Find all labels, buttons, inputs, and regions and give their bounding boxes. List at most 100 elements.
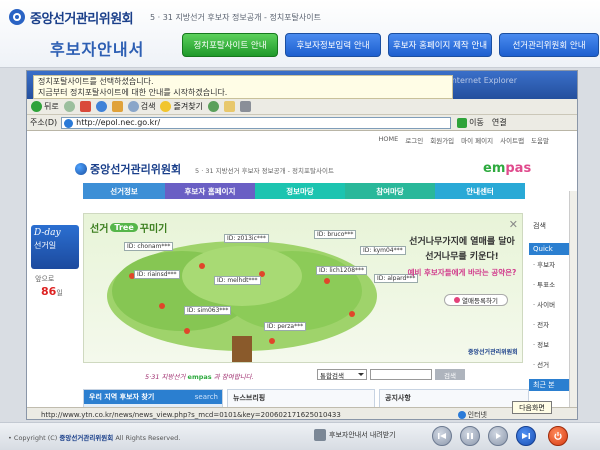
tree-id-label[interactable]: ID: lich1208***	[316, 266, 368, 275]
home-icon[interactable]	[111, 101, 123, 112]
site-search-button[interactable]: 검색	[435, 369, 465, 380]
nav-election-info[interactable]: 선거정보	[83, 183, 165, 199]
next-screen-tooltip: 다음화면	[512, 401, 552, 414]
tab-portal-guide[interactable]: 정치포탈사이트 안내	[182, 33, 278, 57]
campaign-strip: 5·31 지방선거 empas 과 참여합니다.	[145, 373, 254, 381]
web-page: HOME 로그인 회원가입 마이 페이지 사이트맵 도움말 중앙선거관리위원회 …	[27, 131, 577, 407]
register-fruit-button[interactable]: 열매등록하기	[444, 294, 508, 306]
nec-emblem-icon	[75, 163, 87, 175]
print-icon[interactable]	[239, 101, 251, 112]
search-button[interactable]: 검색	[127, 101, 155, 112]
nec-logo-icon	[9, 9, 25, 25]
tree-id-label[interactable]: ID: melhdt***	[214, 276, 261, 285]
dday-subtitle: 선거일	[34, 241, 57, 250]
menu-login[interactable]: 로그인	[405, 135, 423, 145]
nav-info-plaza[interactable]: 정보마당	[255, 183, 345, 199]
go-arrow-icon	[457, 117, 468, 128]
favorites-button[interactable]: 즐겨찾기	[160, 101, 203, 112]
tree-illustration	[107, 241, 377, 362]
menu-join[interactable]: 회원가입	[430, 135, 454, 145]
status-url: http://www.ytn.co.kr/news/news_view.php?…	[41, 410, 341, 419]
guide-nav-tabs: 정치포탈사이트 안내 후보자정보입력 안내 후보자 홈페이지 제작 안내 선거관…	[182, 33, 599, 57]
nav-info-center[interactable]: 안내센터	[435, 183, 525, 199]
site-logo[interactable]: 중앙선거관리위원회	[75, 161, 181, 177]
guide-title: 후보자안내서	[50, 40, 145, 59]
address-label: 주소(D)	[30, 118, 58, 127]
fruit-icon	[454, 297, 461, 303]
close-icon[interactable]: ✕	[509, 218, 518, 231]
download-guide-button[interactable]: 후보자안내서 내려받기	[314, 429, 396, 441]
guide-message-line-1: 정치포탈사이트를 선택하셨습니다.	[38, 77, 154, 86]
back-icon	[31, 101, 42, 112]
refresh-icon[interactable]	[95, 101, 107, 112]
go-button[interactable]: 이동	[457, 117, 484, 128]
menu-mypage[interactable]: 마이 페이지	[461, 135, 493, 145]
remain-days: 86일	[41, 285, 63, 298]
ie-page-icon	[64, 118, 74, 128]
address-bar: 주소(D) http://epol.nec.go.kr/ 이동 연결	[27, 115, 577, 131]
notice-title[interactable]: 공지사항	[380, 390, 528, 406]
tab-candidate-input-guide[interactable]: 후보자정보입력 안내	[285, 33, 381, 57]
guide-message: 정치포탈사이트를 선택하셨습니다. 지금부터 정치포탈사이트에 대한 안내를 시…	[33, 75, 453, 99]
menu-home[interactable]: HOME	[379, 135, 399, 145]
nav-participation[interactable]: 참여마당	[345, 183, 435, 199]
tree-title: 선거 Tree 꾸미기	[90, 223, 168, 235]
menu-sitemap[interactable]: 사이트맵	[500, 135, 524, 145]
site-subtitle: 5 · 31 지방선거 후보자 정보공개 - 정치포탈사이트	[195, 167, 334, 175]
skip-back-icon	[438, 433, 446, 439]
site-top-menu: HOME 로그인 회원가입 마이 페이지 사이트맵 도움말	[379, 135, 549, 145]
browser-statusbar: http://www.ytn.co.kr/news/news_view.php?…	[27, 407, 577, 419]
stop-icon[interactable]	[79, 101, 91, 112]
history-icon[interactable]	[207, 101, 219, 112]
tree-id-label[interactable]: ID: chonam***	[124, 242, 174, 251]
notice-box: 공지사항	[379, 389, 529, 407]
power-button[interactable]	[548, 426, 568, 446]
star-icon	[160, 101, 172, 112]
browser-window: 중앙선거관리위원회 - Microsoft Internet Explorer …	[26, 70, 578, 420]
mail-icon[interactable]	[223, 101, 235, 112]
remain-label: 앞으로	[35, 275, 55, 283]
first-screen-button[interactable]	[432, 426, 452, 446]
dday-badge: D-day 선거일	[31, 225, 79, 269]
copyright: • Copyright (C) 중앙선거관리위원회 All Rights Res…	[8, 434, 181, 442]
browser-toolbar: 뒤로 검색 즐겨찾기	[27, 99, 577, 115]
tab-homepage-guide[interactable]: 후보자 홈페이지 제작 안내	[388, 33, 492, 57]
site-search-input[interactable]	[370, 369, 432, 380]
power-icon	[554, 432, 562, 440]
next-screen-button[interactable]	[516, 426, 536, 446]
forward-icon[interactable]	[63, 101, 75, 112]
tree-id-label[interactable]: ID: kym04***	[360, 246, 406, 255]
menu-help[interactable]: 도움말	[531, 135, 549, 145]
links-button[interactable]: 연결	[492, 117, 507, 128]
search-icon	[127, 101, 139, 112]
election-tree-banner: 선거 Tree 꾸미기 ID: chonam*** ID: z013ic*** …	[83, 213, 523, 363]
back-button[interactable]: 뒤로	[31, 101, 59, 112]
nav-candidate-homepage[interactable]: 후보자 홈페이지	[165, 183, 255, 199]
globe-icon	[457, 411, 466, 419]
play-icon	[496, 433, 501, 439]
tree-id-label[interactable]: ID: riainsd***	[134, 270, 180, 279]
site-main-nav: 선거정보 후보자 홈페이지 정보마당 참여마당 안내센터	[83, 183, 525, 199]
previous-screen-button[interactable]	[488, 426, 508, 446]
news-briefing-title[interactable]: 뉴스브리핑	[228, 390, 374, 406]
guide-message-line-2: 지금부터 정치포탈사이트에 대한 안내를 시작하겠습니다.	[38, 87, 228, 97]
search-scope-select[interactable]: 통합검색	[317, 369, 367, 380]
tree-id-label[interactable]: ID: perza***	[264, 322, 307, 331]
download-icon	[314, 429, 326, 441]
address-input[interactable]: http://epol.nec.go.kr/	[61, 116, 452, 129]
app-footer: • Copyright (C) 중앙선거관리위원회 All Rights Res…	[0, 422, 600, 450]
candidate-finder-search-link[interactable]: search	[195, 393, 218, 401]
empas-logo[interactable]: empas	[483, 161, 531, 176]
news-briefing-box: 뉴스브리핑	[227, 389, 375, 407]
candidate-finder-header: 우리 지역 후보자 찾기 search	[84, 390, 222, 404]
banner-nec-logo: 중앙선거관리위원회	[468, 349, 518, 356]
tree-id-label[interactable]: ID: z013ic***	[224, 234, 269, 243]
pause-icon	[467, 433, 473, 439]
tree-id-label[interactable]: ID: sim063***	[184, 306, 232, 315]
tab-commission-guide[interactable]: 선거관리위원회 안내	[499, 33, 599, 57]
tree-campaign-text: 선거나무가지에 열매를 달아 선거나무를 키운다! 예비 후보자들에게 바라는 …	[407, 237, 517, 277]
candidate-finder-box: 우리 지역 후보자 찾기 search	[83, 389, 223, 407]
pause-button[interactable]	[460, 426, 480, 446]
tree-id-label[interactable]: ID: bruco***	[314, 230, 357, 239]
page-scrollbar[interactable]	[569, 191, 577, 407]
